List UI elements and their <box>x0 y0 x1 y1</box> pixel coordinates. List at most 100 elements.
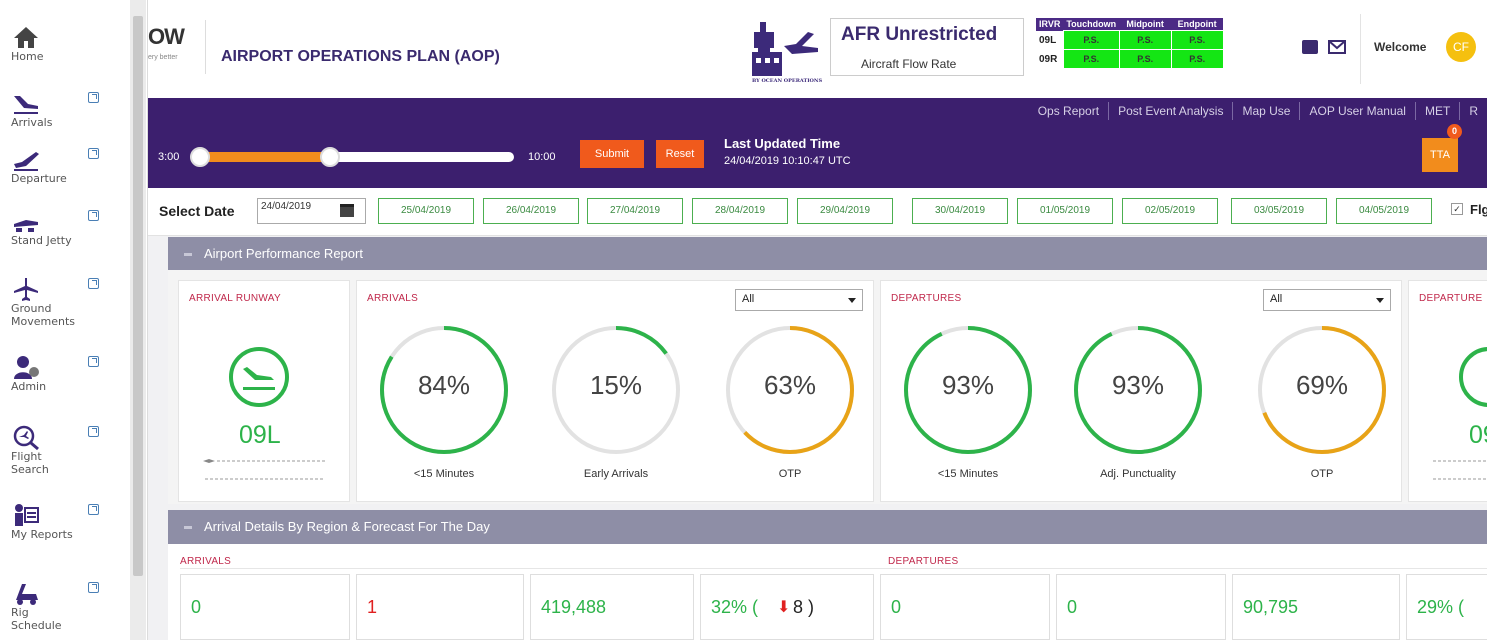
control-bar: Ops Report Post Event Analysis Map Use A… <box>148 98 1487 188</box>
kpi-gauge: 93% <box>898 320 1038 460</box>
sidebar-item-my-reports[interactable]: My Reports <box>8 498 128 564</box>
rvr-header: Endpoint <box>1171 18 1224 31</box>
submit-button[interactable]: Submit <box>580 140 644 168</box>
mail-icon[interactable] <box>1328 40 1346 54</box>
date-option-button[interactable]: 04/05/2019 <box>1336 198 1432 224</box>
sidebar-item-stand-jetty[interactable]: Stand Jetty <box>8 204 128 270</box>
calendar-icon[interactable] <box>340 204 354 217</box>
detail-value: 90,795 <box>1243 597 1299 617</box>
collapse-icon[interactable] <box>184 253 192 257</box>
rvr-value: P.S. <box>1170 49 1224 69</box>
gauge-label: OTP <box>778 468 802 480</box>
open-in-new-icon[interactable] <box>88 426 99 437</box>
date-option-button[interactable]: 26/04/2019 <box>483 198 579 224</box>
slider-end-label: 10:00 <box>528 151 556 163</box>
panel-title: DEPARTURE <box>1419 293 1483 304</box>
departure-runway-value: 09 <box>1469 421 1487 449</box>
tta-button[interactable]: TTA <box>1422 138 1458 172</box>
rvr-value: P.S. <box>1170 30 1224 50</box>
kpi-gauge: 69% <box>1252 320 1392 460</box>
chevron-down-icon <box>848 298 856 303</box>
gauge-label: Adj. Punctuality <box>1100 468 1176 480</box>
link-user-manual[interactable]: AOP User Manual <box>1299 102 1415 120</box>
detail-value: 419,488 <box>541 597 607 617</box>
date-option-button[interactable]: 28/04/2019 <box>692 198 788 224</box>
link-met[interactable]: MET <box>1414 102 1459 120</box>
section-header-performance[interactable]: Airport Performance Report <box>168 237 1487 271</box>
reset-button[interactable]: Reset <box>656 140 704 168</box>
ground-plane-icon <box>14 278 38 301</box>
rvr-value: P.S. <box>1062 49 1120 69</box>
sidebar-scrollbar-thumb[interactable] <box>133 16 143 576</box>
open-in-new-icon[interactable] <box>88 504 99 515</box>
section-title: Airport Performance Report <box>204 246 363 261</box>
section-header-details[interactable]: Arrival Details By Region & Forecast For… <box>168 510 1487 544</box>
date-option-button[interactable]: 30/04/2019 <box>912 198 1008 224</box>
open-in-new-icon[interactable] <box>88 92 99 103</box>
date-option-button[interactable]: 01/05/2019 <box>1017 198 1113 224</box>
date-option-button[interactable]: 29/04/2019 <box>797 198 893 224</box>
slider-start-label: 3:00 <box>158 151 180 163</box>
chat-icon[interactable] <box>1302 40 1318 54</box>
tta-badge: 0 <box>1447 124 1462 139</box>
rvr-runway: 09R <box>1036 49 1064 69</box>
time-slider-start-handle[interactable] <box>190 147 210 167</box>
stand-jetty-icon <box>14 220 38 232</box>
sidebar-item-flight-search[interactable]: Flight Search <box>8 420 128 486</box>
gauge-percent: 84% <box>417 370 471 400</box>
avatar[interactable]: CF <box>1446 32 1476 62</box>
sidebar-item-rig-schedule[interactable]: Rig Schedule <box>8 576 128 640</box>
arrival-runway-value: 09L <box>239 421 281 449</box>
rvr-runway: 09L <box>1036 30 1064 50</box>
gauge-percent: 93% <box>941 370 995 400</box>
date-option-button[interactable]: 02/05/2019 <box>1122 198 1218 224</box>
rvr-value: P.S. <box>1118 30 1172 50</box>
link-ops-report[interactable]: Ops Report <box>1029 102 1108 120</box>
ops-logo: BY OCEAN OPERATIONS <box>752 22 822 92</box>
open-in-new-icon[interactable] <box>88 148 99 159</box>
company-logo[interactable]: OW ery better <box>148 20 206 74</box>
detail-cell: 90,795 <box>1232 574 1400 640</box>
flight-checkbox[interactable]: ✓ <box>1451 203 1463 215</box>
gauge-label: <15 Minutes <box>413 468 475 480</box>
open-in-new-icon[interactable] <box>88 356 99 367</box>
open-in-new-icon[interactable] <box>88 210 99 221</box>
arrivals-filter-select[interactable]: All <box>735 289 863 311</box>
flight-checkbox-label: Flg <box>1470 202 1487 217</box>
page-title: AIRPORT OPERATIONS PLAN (AOP) <box>221 48 500 65</box>
link-map-use[interactable]: Map Use <box>1232 102 1299 120</box>
sidebar-item-admin[interactable]: Admin <box>8 350 128 416</box>
detail-cell: 1 <box>356 574 524 640</box>
divider <box>180 568 1487 569</box>
sidebar-item-ground-movements[interactable]: Ground Movements <box>8 272 128 338</box>
admin-user-icon <box>14 356 39 379</box>
sidebar-item-label: Rig Schedule <box>11 606 62 632</box>
date-option-button[interactable]: 03/05/2019 <box>1231 198 1327 224</box>
link-post-event-analysis[interactable]: Post Event Analysis <box>1108 102 1232 120</box>
home-icon <box>14 27 38 48</box>
open-in-new-icon[interactable] <box>88 582 99 593</box>
collapse-icon[interactable] <box>184 526 192 530</box>
detail-cell: 0 <box>180 574 350 640</box>
detail-cell: 32% (⬇ 8 ) <box>700 574 874 640</box>
departures-filter-select[interactable]: All <box>1263 289 1391 311</box>
sidebar-item-departure[interactable]: Departure <box>8 142 128 208</box>
panel-title: ARRIVALS <box>367 293 419 304</box>
date-option-button[interactable]: 27/04/2019 <box>587 198 683 224</box>
link-more[interactable]: R <box>1459 102 1487 120</box>
detail-value: 0 <box>891 597 902 617</box>
sidebar-item-label: Arrivals <box>11 116 53 129</box>
open-in-new-icon[interactable] <box>88 278 99 289</box>
aircraft-flow-rate-box: AFR Unrestricted Aircraft Flow Rate <box>830 18 1024 76</box>
time-slider-fill <box>196 152 330 162</box>
time-slider-end-handle[interactable] <box>320 147 340 167</box>
arrow-down-icon: ⬇ <box>777 599 791 616</box>
rig-vehicle-icon <box>16 584 38 605</box>
sidebar-item-label: Admin <box>11 380 47 393</box>
detail-value: 29% ( <box>1417 597 1465 617</box>
date-option-button[interactable]: 25/04/2019 <box>378 198 474 224</box>
welcome-text: Welcome <box>1374 40 1427 54</box>
detail-cell: 29% ( <box>1406 574 1487 640</box>
sidebar-item-home[interactable]: Home <box>8 20 128 86</box>
aop-app: Home Arrivals Departure Stand Jetty Grou… <box>0 0 1487 640</box>
